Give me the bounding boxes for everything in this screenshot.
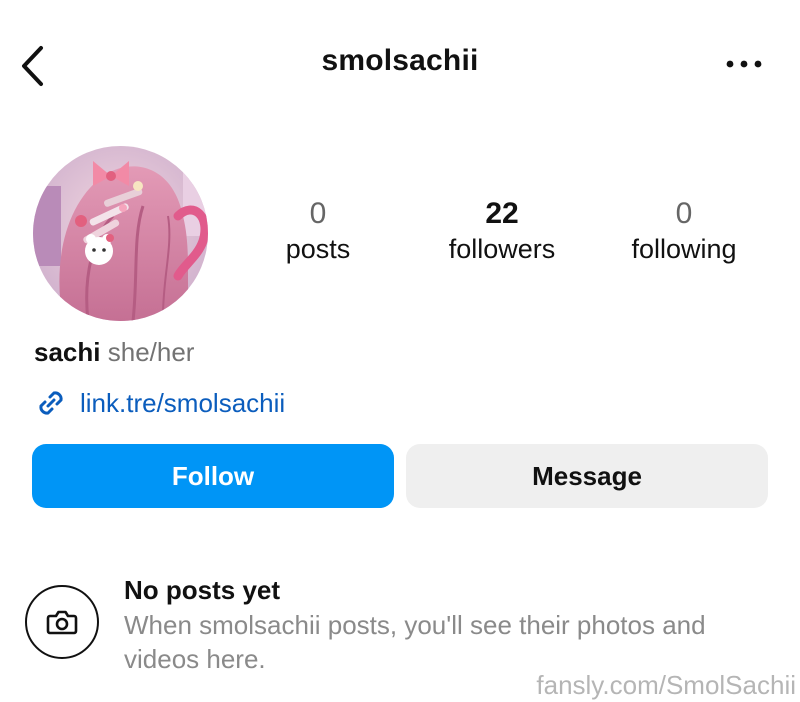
more-options-button[interactable] (720, 52, 768, 76)
following-stat[interactable]: 0 following (584, 196, 784, 266)
empty-state-description: When smolsachii posts, you'll see their … (124, 610, 706, 674)
followers-label: followers (448, 234, 556, 264)
posts-count: 0 (309, 197, 327, 230)
more-horizontal-icon (726, 60, 762, 68)
display-name: sachi (34, 337, 101, 367)
followers-stat[interactable]: 22 followers (402, 196, 602, 266)
top-bar: smolsachii (0, 0, 800, 130)
posts-label: posts (285, 234, 351, 264)
following-count: 0 (675, 197, 693, 230)
following-label: following (631, 234, 737, 264)
posts-stat: 0 posts (218, 196, 418, 266)
camera-icon (25, 585, 99, 659)
bio-link-text[interactable]: link.tre/smolsachii (80, 388, 285, 419)
profile-avatar[interactable] (33, 146, 208, 321)
watermark: fansly.com/SmolSachii (536, 670, 796, 700)
follow-button[interactable]: Follow (32, 444, 394, 508)
profile-username-title: smolsachii (321, 44, 479, 77)
pronouns: she/her (107, 337, 195, 367)
bio-name-row: sachi she/her (34, 336, 194, 368)
bio-link[interactable]: link.tre/smolsachii (34, 386, 285, 420)
message-button[interactable]: Message (406, 444, 768, 508)
followers-count: 22 (485, 197, 519, 230)
empty-state-title: No posts yet (124, 575, 281, 605)
link-icon (34, 386, 68, 420)
